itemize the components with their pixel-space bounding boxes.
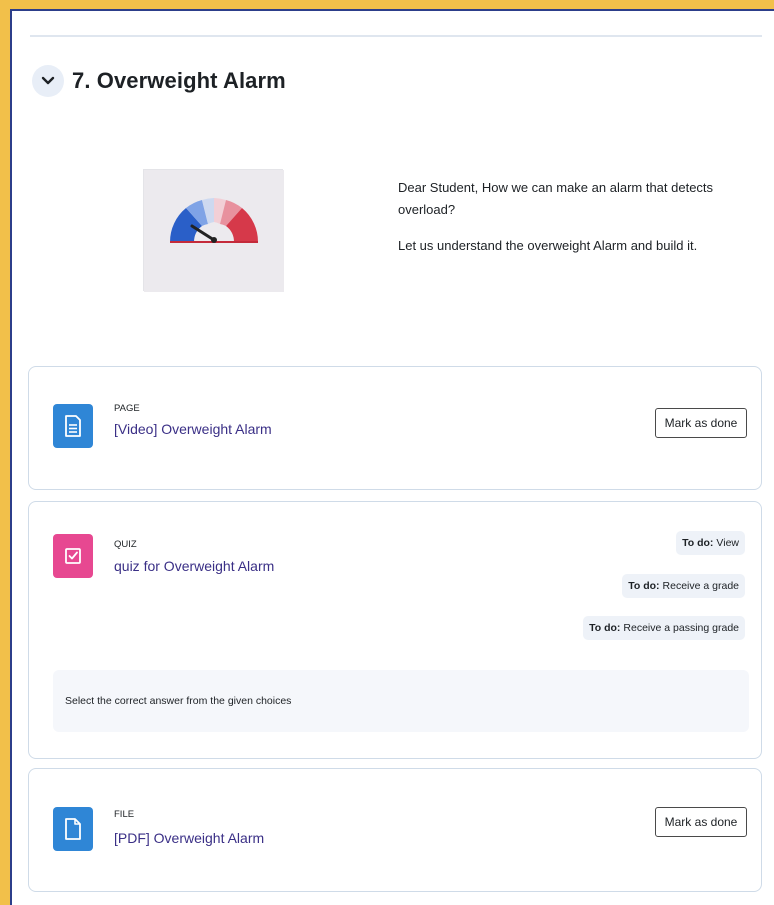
file-icon[interactable] [53, 807, 93, 851]
gauge-image [143, 169, 284, 292]
activity-description: Select the correct answer from the given… [53, 670, 749, 732]
todo-text: Receive a grade [662, 580, 739, 592]
activity-type-label: FILE [114, 809, 135, 820]
activity-file: FILE [PDF] Overweight Alarm Mark as done [28, 768, 762, 892]
mark-as-done-button[interactable]: Mark as done [655, 807, 747, 837]
completion-badge: To do: Receive a passing grade [583, 616, 745, 640]
todo-text: Receive a passing grade [623, 622, 739, 634]
page-icon[interactable] [53, 404, 93, 448]
gauge-illustration [144, 170, 284, 292]
section-summary: Dear Student, How we can make an alarm t… [398, 177, 754, 271]
mark-as-done-button[interactable]: Mark as done [655, 408, 747, 438]
summary-paragraph: Let us understand the overweight Alarm a… [398, 238, 698, 253]
section-title: 7. Overweight Alarm [72, 68, 286, 93]
activity-type-label: QUIZ [114, 539, 137, 550]
quiz-icon[interactable] [53, 534, 93, 578]
todo-prefix: To do: [682, 537, 714, 549]
todo-prefix: To do: [628, 580, 660, 592]
todo-text: View [716, 537, 739, 549]
activity-quiz: QUIZ quiz for Overweight Alarm To do: Vi… [28, 501, 762, 759]
chevron-down-icon [41, 76, 55, 85]
completion-badge: To do: View [676, 531, 745, 555]
section-divider [30, 35, 762, 37]
course-section-frame: 7. Overweight Alarm Dear Student, How we… [10, 9, 774, 905]
section-header: 7. Overweight Alarm [32, 65, 286, 97]
activity-link[interactable]: quiz for Overweight Alarm [114, 558, 274, 574]
todo-prefix: To do: [589, 622, 621, 634]
activity-link[interactable]: [Video] Overweight Alarm [114, 421, 272, 437]
summary-paragraph: Dear Student, How we can make an alarm t… [398, 180, 714, 217]
activity-link[interactable]: [PDF] Overweight Alarm [114, 830, 264, 846]
activity-page: PAGE [Video] Overweight Alarm Mark as do… [28, 366, 762, 490]
collapse-section-button[interactable] [32, 65, 64, 97]
activity-type-label: PAGE [114, 403, 140, 414]
completion-badge: To do: Receive a grade [622, 574, 745, 598]
